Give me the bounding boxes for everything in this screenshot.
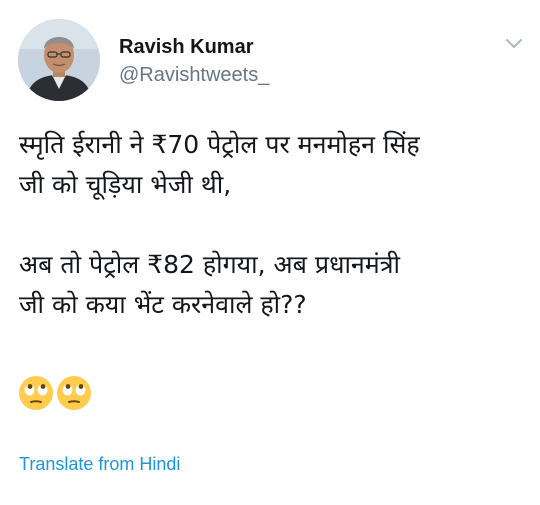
- author-name[interactable]: Ravish Kumar: [119, 36, 254, 59]
- profile-photo: [18, 19, 100, 101]
- tweet-text-line: स्मृति ईरानी ने ₹70 पेट्रोल पर मनमोहन सि…: [19, 130, 420, 159]
- face-with-rolling-eyes-icon: [57, 376, 91, 410]
- translate-link[interactable]: Translate from Hindi: [19, 454, 180, 475]
- avatar[interactable]: [18, 19, 100, 101]
- tweet-text: स्मृति ईरानी ने ₹70 पेट्रोल पर मनमोहन सि…: [19, 125, 529, 325]
- tweet-text-line: जी को चूड़िया भेजी थी,: [19, 170, 232, 199]
- author-handle[interactable]: @Ravishtweets_: [119, 64, 269, 87]
- face-with-rolling-eyes-icon: [19, 376, 53, 410]
- tweet-text-line: अब तो पेट्रोल ₹82 होगया, अब प्रधानमंत्री: [19, 250, 401, 279]
- emoji-row: [18, 375, 92, 411]
- tweet-text-line: जी को कया भेंट करनेवाले हो??: [19, 290, 307, 319]
- tweet-card: Ravish Kumar @Ravishtweets_ स्मृति ईरानी…: [0, 0, 540, 505]
- chevron-down-icon[interactable]: [504, 36, 524, 52]
